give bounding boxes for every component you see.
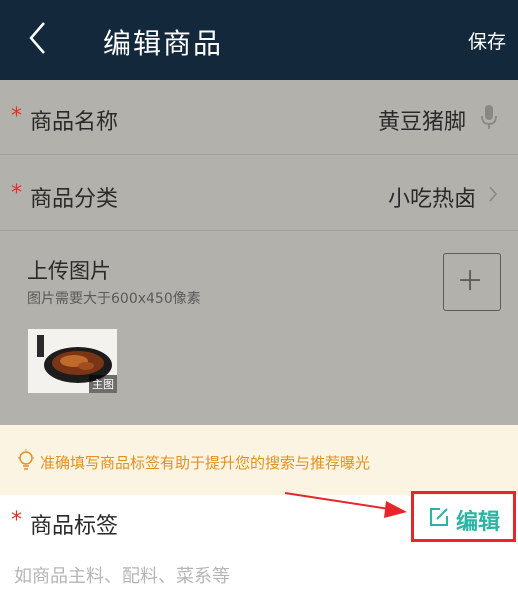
required-mark: * [11,508,22,533]
product-image-thumbnail[interactable]: 主图 [28,329,117,393]
upload-image-section: 上传图片 图片需要大于600x450像素 主图 [0,231,518,425]
product-tags-label: 商品标签 [30,514,119,539]
edit-icon [430,508,448,526]
plus-icon [460,270,481,291]
chevron-left-icon[interactable] [26,20,50,56]
tip-text: 准确填写商品标签有助于提升您的搜索与推荐曝光 [40,454,371,472]
product-tags-input[interactable]: 如商品主料、配料、菜系等 [14,562,230,588]
required-mark: * [11,104,22,129]
top-nav-bar: 编辑商品 保存 [0,0,518,80]
page-title: 编辑商品 [103,27,224,60]
product-tags-row: * 商品标签 编辑 [0,491,518,551]
product-name-value[interactable]: 黄豆猪脚 [378,104,466,136]
microphone-icon[interactable] [480,104,498,130]
tip-banner: 准确填写商品标签有助于提升您的搜索与推荐曝光 [0,425,518,495]
product-name-row[interactable]: * 商品名称 黄豆猪脚 [0,80,518,155]
product-category-value[interactable]: 小吃热卤 [388,181,476,213]
product-name-label: 商品名称 [30,110,119,135]
required-mark: * [11,181,22,206]
add-image-button[interactable] [443,253,501,311]
chevron-right-icon [489,186,498,202]
pointer-arrow-annotation [284,492,407,518]
product-category-label: 商品分类 [30,187,119,212]
save-button[interactable]: 保存 [468,27,506,54]
product-category-row[interactable]: * 商品分类 小吃热卤 [0,155,518,231]
upload-hint: 图片需要大于600x450像素 [27,291,201,307]
edit-tags-button[interactable]: 编辑 [411,491,516,542]
lightbulb-icon [18,449,34,470]
form-section-dimmed: * 商品名称 黄豆猪脚 * 商品分类 小吃热卤 上传图片 图片需要大于600x4… [0,80,518,425]
upload-title: 上传图片 [27,259,111,283]
main-image-badge: 主图 [89,375,117,393]
edit-tags-label: 编辑 [456,510,501,535]
